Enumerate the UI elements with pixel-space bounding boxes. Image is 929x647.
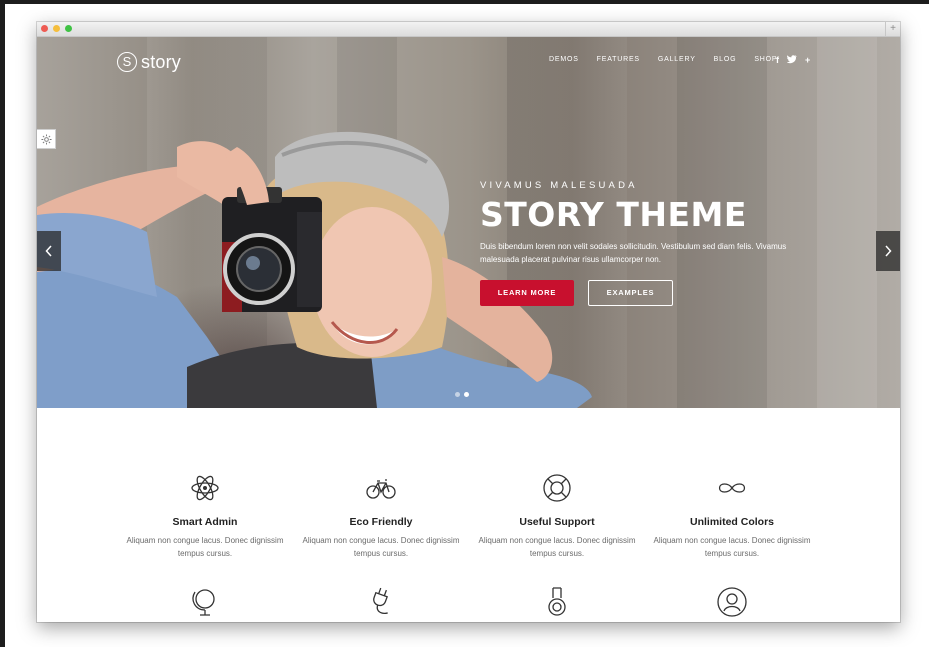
- hero-title: STORY THEME: [480, 195, 747, 234]
- globe-icon: [192, 589, 215, 616]
- new-tab-button[interactable]: +: [885, 22, 900, 36]
- feature-title: Unlimited Colors: [689, 516, 774, 528]
- atom-icon: [191, 475, 219, 501]
- background-pillar: [817, 37, 877, 408]
- slider-dot-2[interactable]: [464, 392, 469, 397]
- user-icon: [717, 587, 747, 617]
- twitter-icon[interactable]: [786, 55, 797, 66]
- learn-more-button[interactable]: LEARN MORE: [480, 280, 574, 306]
- feature-description: Aliquam non congue lacus. Donec dignissi…: [653, 536, 811, 558]
- features-section: Smart Admin Aliquam non congue lacus. Do…: [37, 408, 900, 622]
- lifebuoy-icon: [543, 474, 571, 502]
- medal-icon: [548, 587, 566, 616]
- slider-pagination: [455, 392, 469, 397]
- chevron-left-icon: [45, 245, 52, 257]
- browser-window: + S story DEMOS FEATURES GALLERY BLOG SH…: [37, 22, 900, 622]
- feature-description: Aliquam non congue lacus. Donec dignissi…: [126, 536, 284, 558]
- slider-dot-1[interactable]: [455, 392, 460, 397]
- nav-item-demos[interactable]: DEMOS: [549, 56, 579, 63]
- slider-next-button[interactable]: [876, 231, 900, 271]
- hero-kicker: VIVAMUS MALESUADA: [480, 180, 638, 191]
- feature-unlimited-colors: Unlimited Colors Aliquam non congue lacu…: [644, 472, 820, 560]
- feature-title: Eco Friendly: [349, 516, 413, 528]
- infinity-icon: [718, 483, 746, 493]
- feature-smart-admin: Smart Admin Aliquam non congue lacus. Do…: [117, 472, 293, 560]
- slider-prev-button[interactable]: [37, 231, 61, 271]
- feature-useful-support: Useful Support Aliquam non congue lacus.…: [469, 472, 645, 560]
- site-logo[interactable]: S story: [117, 50, 181, 74]
- plus-icon[interactable]: +: [805, 55, 810, 66]
- feature-description: Aliquam non congue lacus. Donec dignissi…: [302, 536, 460, 558]
- main-nav: DEMOS FEATURES GALLERY BLOG SHOP: [549, 56, 795, 63]
- logo-text: story: [141, 51, 182, 72]
- browser-titlebar: +: [37, 22, 900, 37]
- feature-title: Smart Admin: [172, 516, 238, 528]
- maximize-window-button[interactable]: [65, 25, 72, 32]
- nav-item-shop[interactable]: SHOP: [754, 56, 777, 63]
- bicycle-icon: [366, 479, 396, 499]
- settings-gear-button[interactable]: [37, 129, 56, 149]
- screen-edge-top: [0, 0, 929, 4]
- minimize-window-button[interactable]: [53, 25, 60, 32]
- screen-edge-left: [0, 0, 5, 647]
- feature-row2-item: [293, 586, 469, 618]
- social-links: f +: [776, 55, 810, 66]
- feature-eco-friendly: Eco Friendly Aliquam non congue lacus. D…: [293, 472, 469, 560]
- feature-row2-item: [644, 586, 820, 618]
- examples-button[interactable]: EXAMPLES: [588, 280, 673, 306]
- facebook-icon[interactable]: f: [776, 55, 779, 66]
- nav-item-features[interactable]: FEATURES: [597, 56, 640, 63]
- feature-title: Useful Support: [519, 516, 595, 528]
- nav-item-gallery[interactable]: GALLERY: [658, 56, 696, 63]
- close-window-button[interactable]: [41, 25, 48, 32]
- chevron-right-icon: [885, 245, 892, 257]
- hero-text: Duis bibendum lorem non velit sodales so…: [480, 242, 787, 264]
- hero-slider: S story DEMOS FEATURES GALLERY BLOG SHOP…: [37, 37, 900, 408]
- plug-icon: [373, 587, 388, 614]
- feature-row2-item: [117, 586, 293, 618]
- feature-description: Aliquam non congue lacus. Donec dignissi…: [478, 536, 636, 558]
- gear-icon: [40, 133, 52, 145]
- feature-row2-item: [469, 586, 645, 618]
- nav-item-blog[interactable]: BLOG: [714, 56, 737, 63]
- logo-mark: S: [117, 52, 137, 72]
